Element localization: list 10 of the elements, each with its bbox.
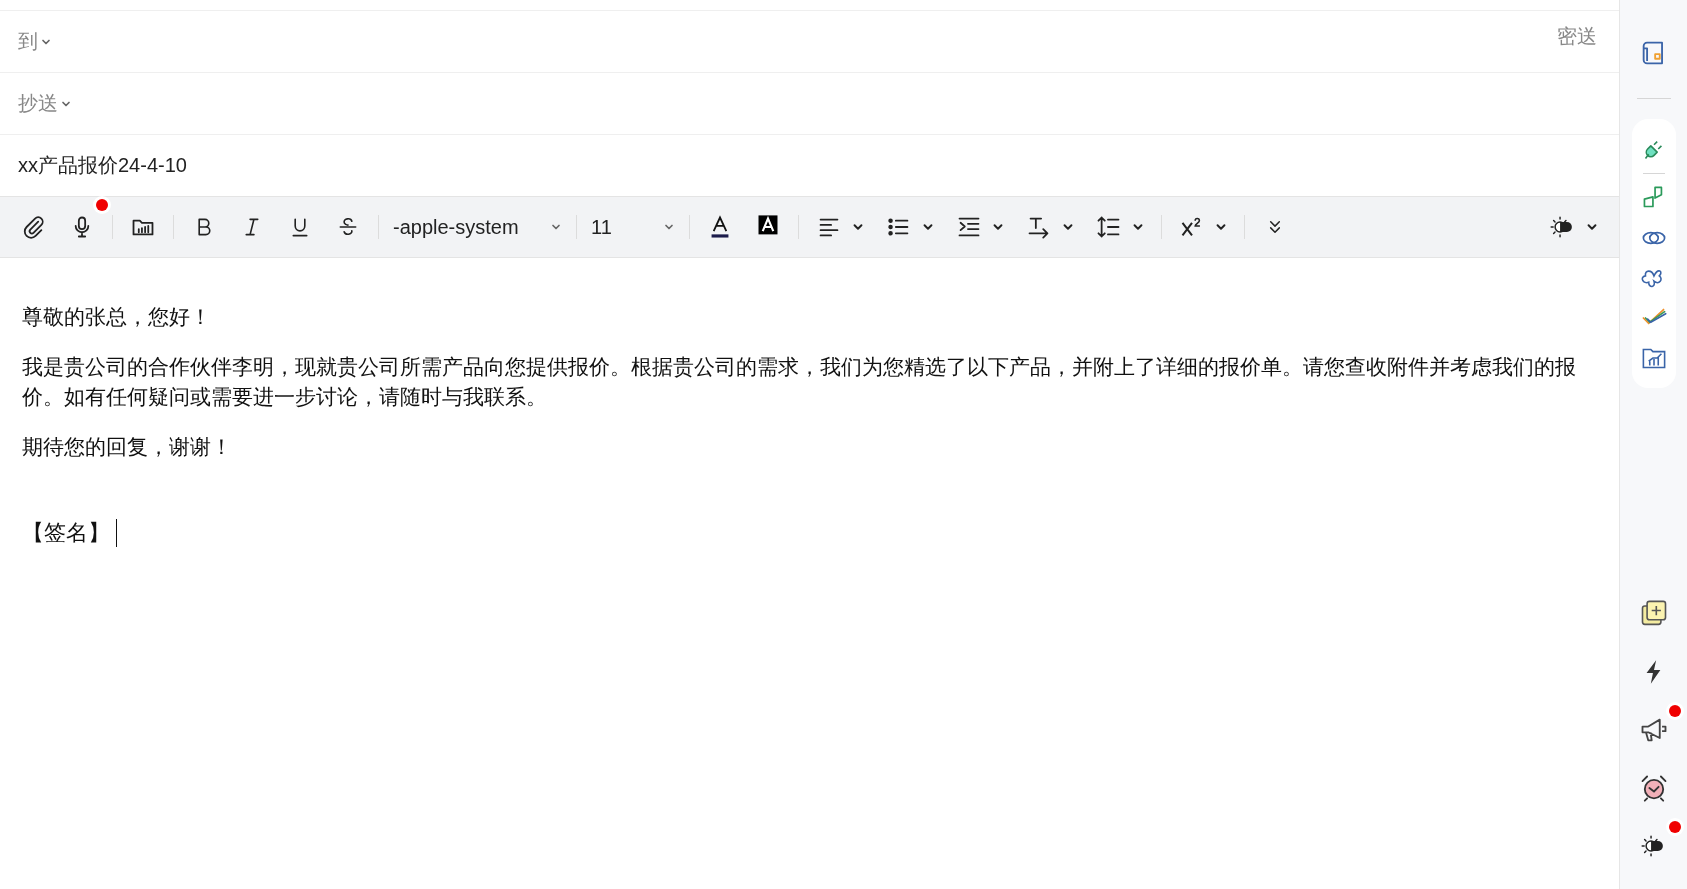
text-cursor bbox=[116, 519, 117, 547]
bcc-link[interactable]: 密送 bbox=[1557, 23, 1597, 50]
body-paragraph: 我是贵公司的合作伙伴李明，现就贵公司所需产品向您提供报价。根据贵公司的需求，我们为您精选了以下产品，并附上了详细的报价单。请您查收附件并考虑我们的报价。如有任何疑问或需要进一步讨论，请随时与我联系。 bbox=[22, 354, 1577, 410]
cc-dropdown[interactable]: 抄送 bbox=[18, 90, 72, 117]
font-size-dropdown[interactable]: 11 bbox=[583, 209, 683, 245]
body-paragraph: 尊敬的张总，您好！ bbox=[22, 304, 212, 330]
font-dropdown[interactable]: -apple-system bbox=[385, 209, 570, 245]
signature-text: 【签名】 bbox=[22, 519, 110, 547]
body-paragraph: 期待您的回复，谢谢！ bbox=[22, 434, 233, 460]
recipient-dropdown[interactable]: 到 bbox=[18, 28, 52, 55]
